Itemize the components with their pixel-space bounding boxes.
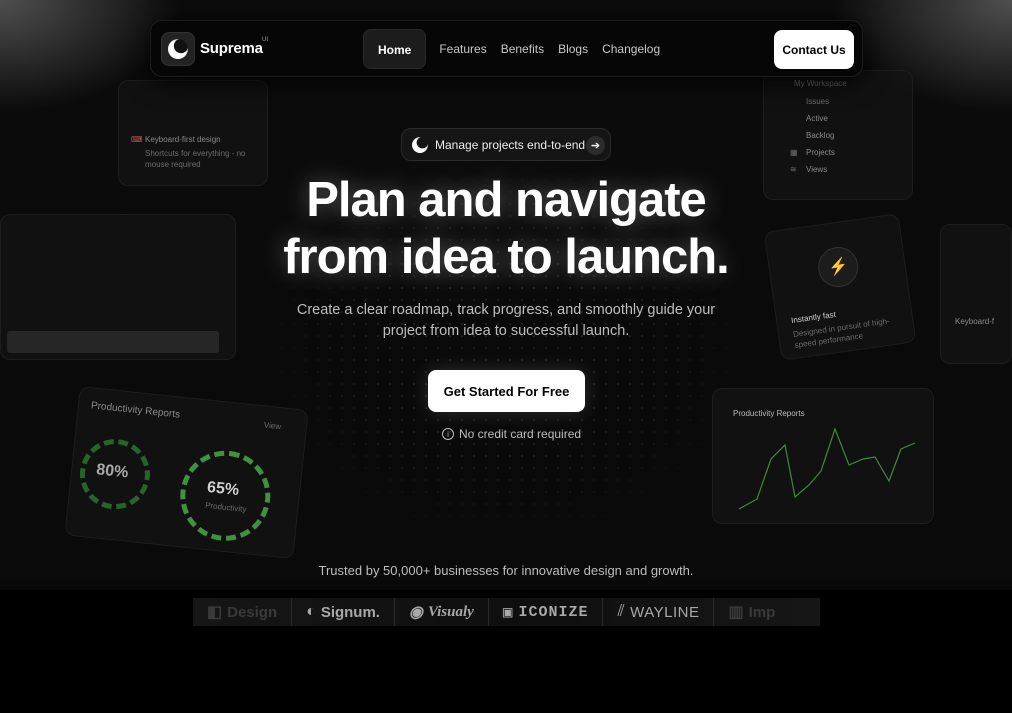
workspace-label: My Workspace bbox=[794, 79, 847, 88]
view-dropdown: View bbox=[263, 420, 282, 432]
chart-card-title: Productivity Reports bbox=[733, 409, 805, 418]
get-started-button[interactable]: Get Started For Free bbox=[428, 370, 585, 412]
visualy-logo-icon: ◉ bbox=[408, 604, 423, 621]
contact-us-button[interactable]: Contact Us bbox=[774, 30, 854, 69]
logo-imp: ▥ Imp bbox=[714, 598, 789, 626]
logo-design-text: Design bbox=[227, 603, 278, 621]
keyboard-card-desc-2: mouse required bbox=[145, 160, 201, 169]
no-credit-card-note: i No credit card required bbox=[442, 426, 581, 442]
keyboard-card-desc: Shortcuts for everything - no bbox=[145, 149, 246, 158]
logo-visualy-text: Visualy bbox=[427, 603, 474, 620]
keyboard-card-right-title: Keyboard-f bbox=[955, 317, 995, 326]
headline-line-1: Plan and navigate bbox=[306, 173, 707, 227]
logo-visualy: ◉ Visualy bbox=[395, 598, 489, 626]
design-logo-icon: ◧ bbox=[207, 604, 223, 621]
chart-card: Productivity Reports bbox=[712, 388, 934, 524]
nav-link-home[interactable]: Home bbox=[363, 29, 427, 69]
logo-iconize: ▣ ICONIZE bbox=[489, 598, 604, 626]
gauge-value-1: 80% bbox=[95, 461, 130, 482]
info-icon: i bbox=[442, 428, 454, 440]
logo-iconize-text: ICONIZE bbox=[518, 603, 589, 621]
wayline-logo-icon: ⫽ bbox=[617, 603, 626, 620]
logo-wayline-text: WAYLINE bbox=[630, 603, 700, 621]
top-navbar: Suprema UI Home Features Benefits Blogs … bbox=[150, 20, 863, 77]
logo-design: ◧ Design bbox=[193, 598, 293, 626]
logo-signum-text: Signum. bbox=[320, 603, 380, 621]
logo-icon[interactable] bbox=[161, 32, 195, 66]
no-credit-card-text: No credit card required bbox=[459, 427, 582, 441]
hero-subtext: Create a clear roadmap, track progress, … bbox=[296, 302, 716, 339]
projects-icon: ▦ bbox=[790, 148, 798, 157]
hero-headline: Plan and navigate from idea to launch. bbox=[0, 172, 1012, 286]
chart-line bbox=[738, 427, 916, 510]
keyboard-first-card: ⌨ Keyboard-first design Shortcuts for ev… bbox=[118, 80, 268, 186]
imp-logo-icon: ▥ bbox=[728, 604, 744, 621]
gauge-value-2: 65% bbox=[206, 478, 240, 500]
nav-link-features[interactable]: Features bbox=[432, 29, 493, 69]
editor-input-bar bbox=[7, 331, 219, 353]
brand-superscript: UI bbox=[262, 37, 268, 43]
fast-title: Instantly fast bbox=[790, 309, 837, 326]
keyboard-icon: ⌨ bbox=[131, 135, 143, 144]
productivity-card: Productivity Reports View 80% 65% Produc… bbox=[64, 386, 309, 560]
arrow-right-icon: ➔ bbox=[586, 136, 605, 155]
keyboard-card-title: Keyboard-first design bbox=[145, 135, 221, 144]
backlog-label: Backlog bbox=[806, 131, 835, 140]
nav-links: Home Features Benefits Blogs Changelog bbox=[363, 29, 667, 69]
productivity-card-title: Productivity Reports bbox=[90, 400, 181, 421]
partner-logos-strip: ◧ Design ◐ Signum. ◉ Visualy ▣ ICONIZE ⫽… bbox=[193, 598, 820, 626]
trusted-by-text: Trusted by 50,000+ businesses for innova… bbox=[318, 563, 694, 578]
iconize-logo-icon: ▣ bbox=[502, 604, 514, 622]
logo-signum: ◐ Signum. bbox=[292, 598, 395, 626]
logo-wayline: ⫽ WAYLINE bbox=[603, 598, 715, 626]
projects-label: Projects bbox=[806, 148, 835, 157]
active-label: Active bbox=[806, 114, 828, 123]
pill-logo-icon bbox=[412, 136, 428, 153]
pill-label: Manage projects end-to-end bbox=[435, 137, 586, 152]
issues-label: Issues bbox=[806, 97, 830, 106]
nav-link-changelog[interactable]: Changelog bbox=[595, 29, 667, 69]
brand-name[interactable]: Suprema bbox=[200, 40, 263, 57]
headline-line-2: from idea to launch. bbox=[283, 230, 730, 284]
nav-link-benefits[interactable]: Benefits bbox=[494, 29, 551, 69]
nav-link-blogs[interactable]: Blogs bbox=[551, 29, 595, 69]
logo-imp-text: Imp bbox=[748, 603, 776, 621]
announcement-pill[interactable]: Manage projects end-to-end ➔ bbox=[401, 128, 611, 161]
signum-logo-icon: ◐ bbox=[306, 603, 316, 620]
